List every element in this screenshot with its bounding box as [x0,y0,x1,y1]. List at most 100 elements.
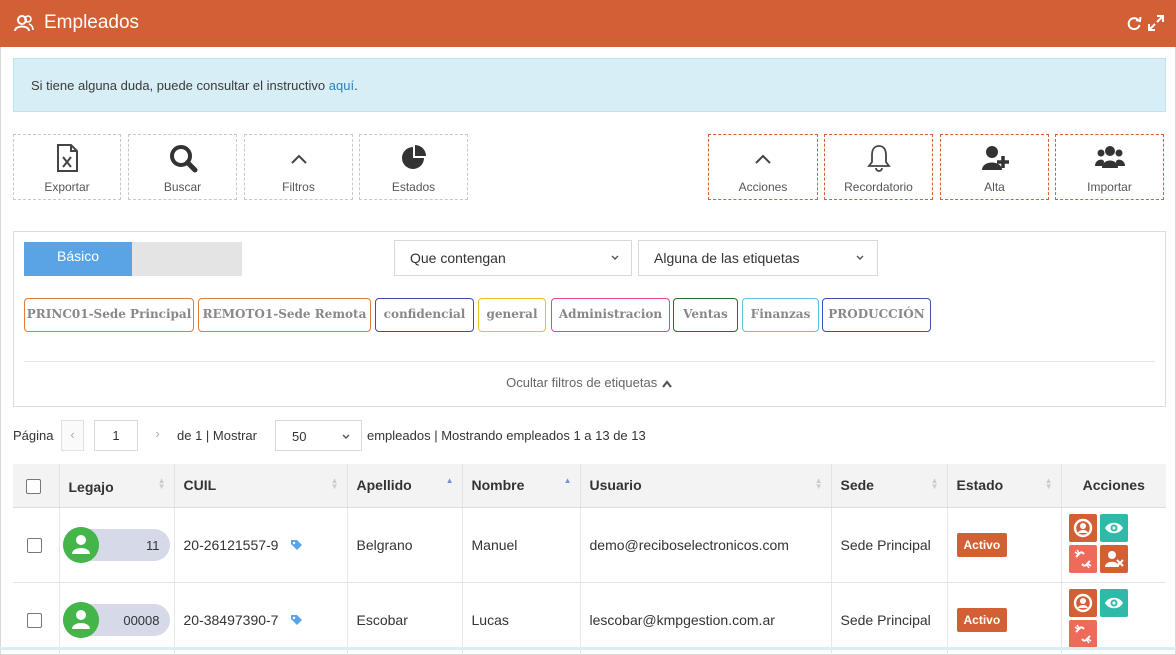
column-label: Usuario [589,477,642,494]
column-label: Legajo [68,479,114,496]
avatar-icon [62,601,99,638]
expand-icon[interactable] [1148,15,1164,31]
usuario-cell: demo@reciboselectronicos.com [580,507,832,583]
legajo-badge[interactable]: 00008 [62,601,170,638]
user-profile-button[interactable] [1068,588,1097,617]
status-badge: Activo [956,607,1008,632]
column-cuil[interactable]: CUIL ▲ ▼ [174,464,348,508]
pie-chart-icon [401,145,426,169]
add-employee-button[interactable]: Alta [940,134,1049,200]
column-estado[interactable]: Estado ▲ ▼ [947,464,1062,508]
view-button[interactable] [1099,513,1128,542]
actions-label: Acciones [738,180,788,194]
estado-cell: Activo [947,507,1062,583]
sort-asc-icon: ▲ [563,476,572,485]
column-label: CUIL [183,477,217,494]
alert-text: Si tiene alguna duda, puede consultar el… [31,78,358,93]
match-select[interactable]: Que contengan [394,240,632,276]
unlink-button[interactable] [1068,544,1097,573]
nombre-cell: Manuel [462,507,581,583]
tag-produccion[interactable]: PRODUCCIÓN [822,298,931,332]
export-label: Exportar [44,180,90,194]
search-label: Buscar [163,180,202,194]
tag-administracion[interactable]: Administracion [551,298,670,332]
sort-icon: ▲ ▼ [330,476,339,491]
import-button[interactable]: Importar [1055,134,1164,200]
mode-basic[interactable]: Básico [24,242,132,276]
apellido-cell: Escobar [347,582,463,655]
select-all-checkbox[interactable] [26,478,41,494]
tag-icon[interactable] [290,614,303,627]
column-sede[interactable]: Sede ▲ ▼ [831,464,948,508]
hide-tag-filters-link[interactable]: Ocultar filtros de etiquetas [14,375,1165,390]
page-of-text: de 1 | Mostrar [177,428,257,443]
tag-confidencial[interactable]: confidencial [375,298,474,332]
column-label: Nombre [471,477,525,494]
states-label: Estados [391,180,436,194]
mode-toggle[interactable]: Básico [24,242,242,276]
chevron-up-icon [661,379,672,388]
avatar-icon [62,526,99,563]
legajo-number: 11 [146,537,160,553]
actions-button[interactable]: Acciones [708,134,818,200]
nombre-cell: Lucas [462,582,581,655]
page-input[interactable]: 1 [94,420,138,451]
tag-icon[interactable] [290,539,303,552]
tags-select[interactable]: Alguna de las etiquetas [638,240,878,276]
results-summary: empleados | Mostrando empleados 1 a 13 d… [367,428,646,443]
tags-select-value: Alguna de las etiquetas [654,250,800,266]
row-checkbox[interactable] [27,537,42,553]
chevron-down-icon [342,434,350,439]
states-button[interactable]: Estados [359,134,468,200]
sede-cell: Sede Principal [831,582,948,655]
reminder-button[interactable]: Recordatorio [824,134,933,200]
column-nombre[interactable]: Nombre ▲ [462,464,581,508]
page-size-select[interactable]: 50 [275,420,362,451]
tag-general[interactable]: general [478,298,546,332]
legajo-badge[interactable]: 11 [62,526,170,563]
search-button[interactable]: Buscar [128,134,237,200]
column-legajo[interactable]: Legajo ▲ ▼ [59,464,175,508]
reminder-label: Recordatorio [844,180,913,194]
refresh-icon[interactable] [1126,15,1142,31]
employees-table: Legajo ▲ ▼ CUIL ▲ ▼ Apellido ▲ Nombre ▲ Usuari… [13,464,1166,655]
instructivo-link[interactable]: aquí [329,78,354,93]
chevron-up-icon [755,154,771,164]
search-icon [169,145,197,173]
unlink-button[interactable] [1068,619,1097,648]
eye-icon [1104,597,1123,608]
row-actions [1068,588,1133,651]
row-select-cell [13,582,60,655]
alert-message: Si tiene alguna duda, puede consultar el… [31,78,329,93]
table-row: 00008 20-38497390-7 Escobar Lucas lescob… [13,582,1166,655]
remove-user-icon [1104,550,1124,567]
sort-asc-icon: ▲ [445,476,454,485]
cuil-value: 20-26121557-9 [183,536,279,553]
sort-icon: ▲ ▼ [814,476,823,491]
user-profile-button[interactable] [1068,513,1097,542]
tag-remoto1[interactable]: REMOTO1-Sede Remota [198,298,371,332]
row-actions [1068,513,1133,576]
filters-button[interactable]: Filtros [244,134,353,200]
tag-ventas[interactable]: Ventas [673,298,738,332]
unlink-icon [1074,624,1091,643]
prev-page-button[interactable]: ‹ [61,420,84,451]
chevron-down-icon [611,255,619,260]
tag-princ01[interactable]: PRINC01-Sede Principal [24,298,194,332]
export-button[interactable]: Exportar [13,134,121,200]
column-apellido[interactable]: Apellido ▲ [347,464,463,508]
remove-user-button[interactable] [1099,544,1128,573]
view-button[interactable] [1099,588,1128,617]
eye-icon [1104,522,1123,533]
users-icon [14,15,34,32]
row-checkbox[interactable] [27,612,42,628]
legajo-cell: 11 [59,507,175,583]
tag-finanzas[interactable]: Finanzas [742,298,819,332]
status-badge: Activo [956,532,1008,557]
import-label: Importar [1087,180,1132,194]
cuil-value: 20-38497390-7 [183,611,279,628]
column-usuario[interactable]: Usuario ▲ ▼ [580,464,832,508]
page-size-value: 50 [292,429,307,444]
next-page-button[interactable]: › [146,420,169,451]
sort-icon: ▲ ▼ [930,476,939,491]
